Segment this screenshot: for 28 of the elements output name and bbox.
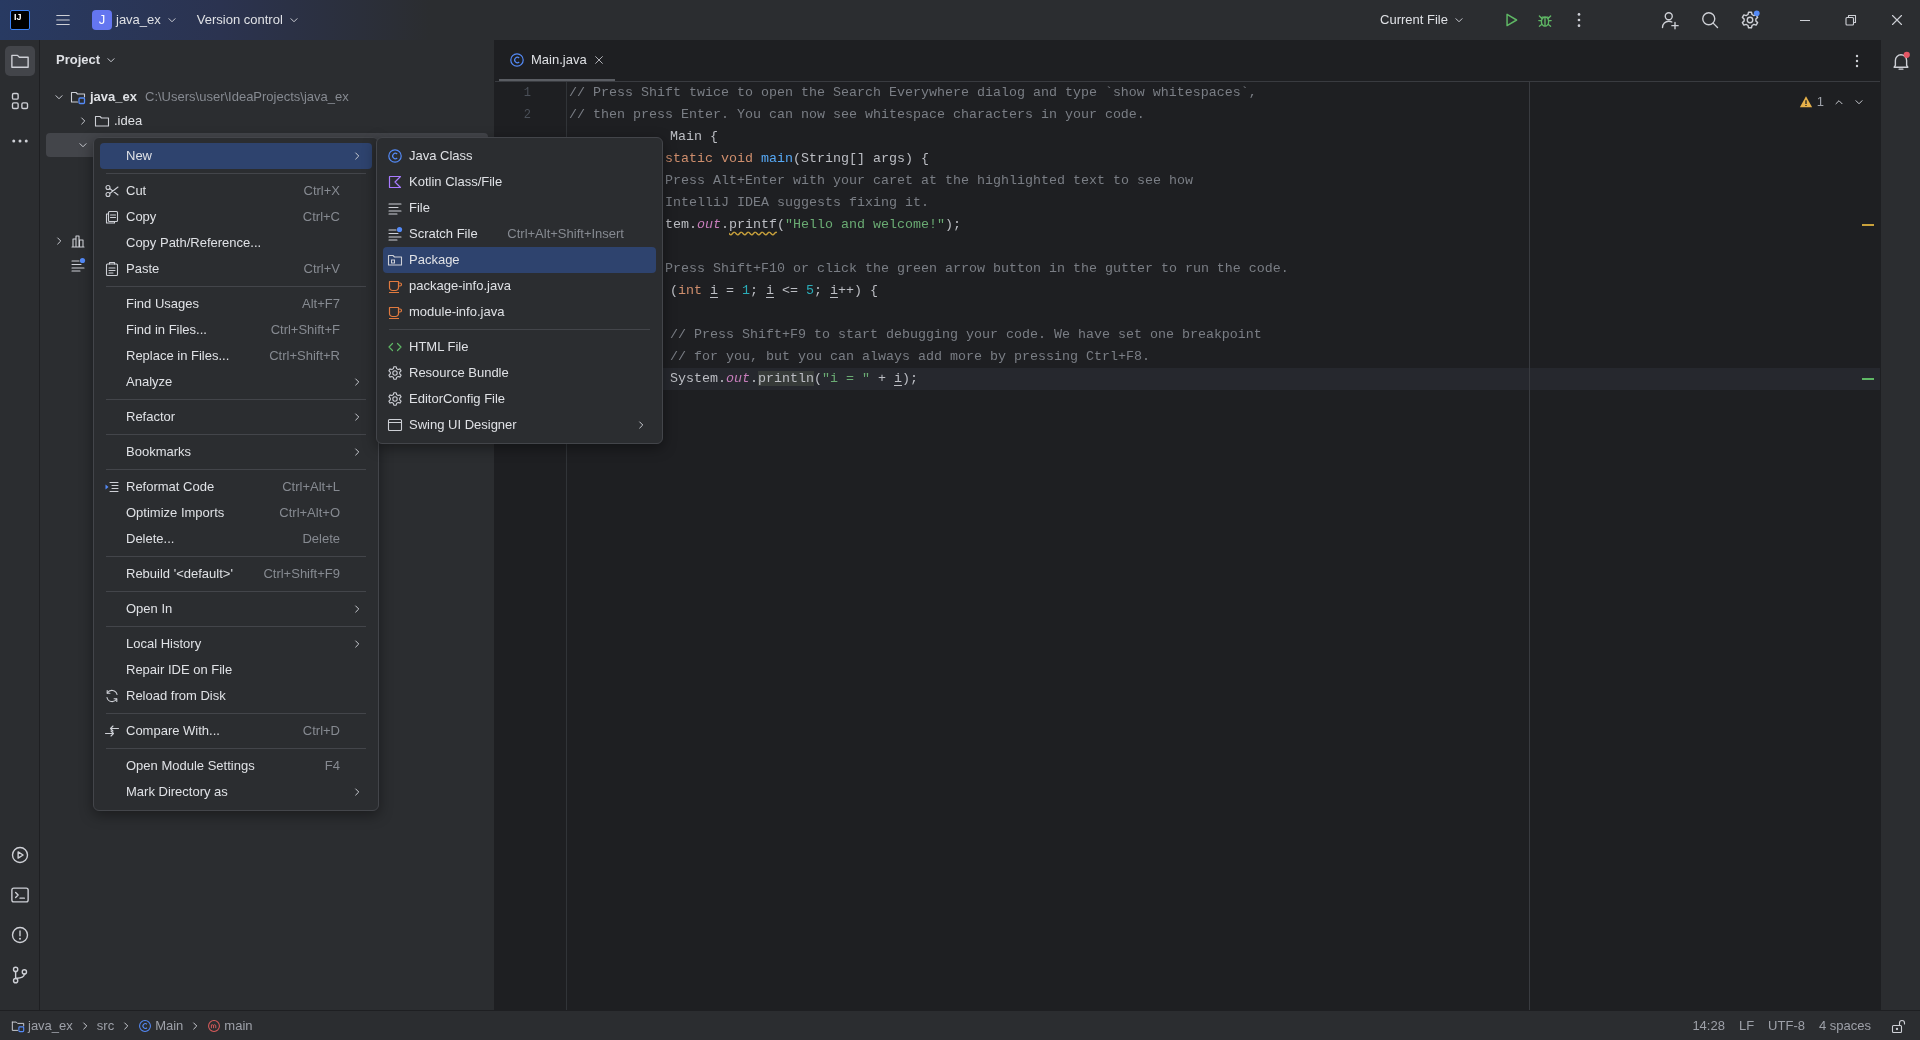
shortcut-text: Ctrl+Shift+R [269, 347, 340, 366]
code-line: tem.out.printf("Hello and welcome!"); [665, 217, 961, 232]
code-line: Press Alt+Enter with your caret at the highlighted text to see how [665, 173, 1193, 188]
shortcut-text: Ctrl+Shift+F9 [263, 565, 340, 584]
shortcut-text: Ctrl+Alt+L [282, 478, 340, 497]
shortcut-text: Alt+F7 [302, 295, 340, 314]
shortcut-text: Ctrl+Alt+Shift+Insert [507, 225, 624, 244]
app-logo: IJ [10, 10, 30, 30]
code-line: IntelliJ IDEA suggests fixing it. [665, 195, 929, 210]
code-line: static void main(String[] args) { [665, 151, 929, 166]
shortcut-text: Ctrl+Shift+F [270, 321, 340, 340]
code-line: // for you, but you can always add more by pressing Ctrl+F8. [670, 349, 1150, 364]
code-line: Press Shift+F10 or click the green arrow button in the gutter to run the code. [665, 261, 1289, 276]
code-line: // Press Shift+F9 to start debugging your code. We have set one breakpoint [670, 327, 1262, 342]
shortcut-text: F4 [324, 757, 340, 776]
code-line: Main { [670, 129, 718, 144]
shortcut-text: Delete [302, 530, 340, 549]
shortcut-text: Ctrl+D [302, 722, 340, 741]
code-line: (int i = 1; i <= 5; i++) { [670, 283, 878, 298]
code-line: System.out.println("i = " + i); [670, 371, 918, 386]
shortcut-text: Ctrl+X [303, 182, 340, 201]
project-badge: J [92, 10, 112, 30]
shortcut-text: Ctrl+Alt+O [279, 504, 340, 523]
code-line: // then press Enter. You can now see whitespace characters in your code. [569, 107, 1145, 122]
path-text: C:\Users\user\IdeaProjects\java_ex [145, 88, 349, 107]
code-line: // Press Shift twice to open the Search Everywhere dialog and type `show whitespaces`, [569, 85, 1257, 100]
shortcut-text: Ctrl+V [303, 260, 340, 279]
shortcut-text: Ctrl+C [302, 208, 340, 227]
